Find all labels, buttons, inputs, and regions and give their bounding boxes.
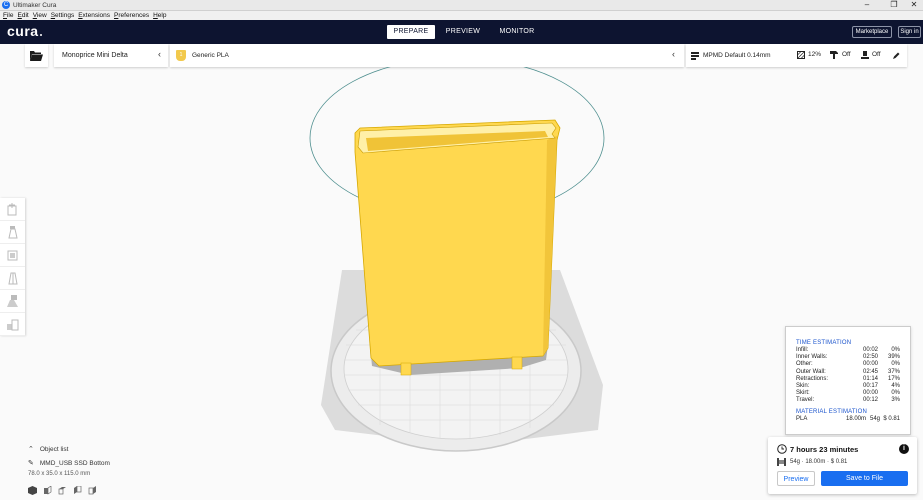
adhesion-icon xyxy=(861,51,869,59)
material-summary: 54g · 18.00m · $ 0.81 xyxy=(790,459,848,465)
menu-preferences[interactable]: Preferences xyxy=(114,12,149,19)
material-name: Generic PLA xyxy=(192,52,229,59)
estimation-row: Skirt: 00:00 0% xyxy=(796,390,900,397)
3d-viewport[interactable] xyxy=(0,67,923,500)
estimation-row: Outer Wall: 02:45 37% xyxy=(796,368,900,375)
material-estimation-row: PLA 18.00m 54g $ 0.81 xyxy=(796,415,900,422)
app-header: cura PREPARE PREVIEW MONITOR Marketplace… xyxy=(0,20,923,44)
time-estimation-table: Infill: 00:02 0% Inner Walls: 02:50 39% Othe… xyxy=(796,347,900,405)
time-estimation-title: TIME ESTIMATION xyxy=(796,340,852,346)
cura-app-icon: C xyxy=(2,1,10,9)
minimize-button[interactable]: – xyxy=(856,0,878,11)
scale-tool-button[interactable] xyxy=(0,221,25,244)
view-orientation-buttons xyxy=(28,486,97,495)
chevron-up-icon: ⌃ xyxy=(28,446,34,453)
menu-edit[interactable]: Edit xyxy=(18,12,29,19)
pencil-icon: ✎ xyxy=(28,460,34,467)
estimation-row: Other: 00:00 0% xyxy=(796,361,900,368)
menu-view[interactable]: View xyxy=(33,12,47,19)
rotate-icon xyxy=(7,250,18,260)
3d-view-icon[interactable] xyxy=(28,486,37,495)
preview-button[interactable]: Preview xyxy=(777,471,815,486)
output-action-panel: 7 hours 23 minutes i 54g · 18.00m · $ 0.… xyxy=(768,437,917,494)
print-time: 7 hours 23 minutes xyxy=(790,445,859,454)
estimation-row: Travel: 00:12 3% xyxy=(796,397,900,404)
clock-icon xyxy=(777,444,787,454)
menu-bar: File Edit View Settings Extensions Prefe… xyxy=(0,11,923,20)
marketplace-button[interactable]: Marketplace xyxy=(852,26,892,38)
object-name: MMD_USB SSD Bottom xyxy=(39,460,110,467)
tab-monitor[interactable]: MONITOR xyxy=(493,25,541,39)
estimation-row: Retractions: 01:14 17% xyxy=(796,375,900,382)
close-button[interactable]: ✕ xyxy=(903,0,923,11)
build-plate-scene[interactable] xyxy=(0,67,923,500)
pencil-icon xyxy=(893,52,900,59)
material-selector[interactable]: 1 Generic PLA ‹ xyxy=(170,44,684,67)
estimation-row: Infill: 00:02 0% xyxy=(796,347,900,353)
printer-selector[interactable]: Monoprice Mini Delta ‹ xyxy=(54,44,168,67)
chevron-left-icon: ‹ xyxy=(158,49,161,59)
estimation-row: Inner Walls: 02:50 39% xyxy=(796,354,900,361)
model-foot-right xyxy=(511,356,523,370)
chevron-left-icon: ‹ xyxy=(672,49,675,59)
model-foot-left xyxy=(400,362,412,376)
rotate-tool-button[interactable] xyxy=(0,244,25,267)
tab-prepare[interactable]: PREPARE xyxy=(387,25,435,39)
menu-extensions[interactable]: Extensions xyxy=(78,12,110,19)
object-dimensions: 78.0 x 35.0 x 115.0 mm xyxy=(28,471,91,477)
window-titlebar: C Ultimaker Cura – ❐ ✕ xyxy=(0,0,923,11)
model-body[interactable] xyxy=(354,119,561,367)
left-view-icon[interactable] xyxy=(73,486,82,495)
object-list-item[interactable]: ✎ MMD_USB SSD Bottom xyxy=(28,459,110,467)
menu-help[interactable]: Help xyxy=(153,12,166,19)
info-icon[interactable]: i xyxy=(899,444,909,454)
front-view-icon[interactable] xyxy=(43,486,52,495)
right-view-icon[interactable] xyxy=(88,486,97,495)
open-file-button[interactable] xyxy=(25,44,48,67)
cura-logo: cura xyxy=(7,23,42,39)
move-icon xyxy=(7,202,17,215)
mirror-tool-button[interactable] xyxy=(0,267,25,290)
mirror-icon xyxy=(8,272,18,284)
top-view-icon[interactable] xyxy=(58,486,67,495)
infill-icon xyxy=(797,51,805,59)
object-list-title: Object list xyxy=(39,446,69,453)
support-blocker-icon xyxy=(7,319,19,330)
folder-icon xyxy=(30,51,43,61)
menu-file[interactable]: File xyxy=(3,12,14,19)
menu-settings[interactable]: Settings xyxy=(51,12,75,19)
time-estimation-popup: TIME ESTIMATION Infill: 00:02 0% Inner Wal… xyxy=(785,326,911,435)
spool-icon xyxy=(777,458,786,466)
adhesion-value: Off xyxy=(872,51,881,58)
save-to-file-button[interactable]: Save to File xyxy=(821,471,908,486)
support-icon xyxy=(830,51,838,59)
profile-icon xyxy=(691,51,699,60)
move-tool-button[interactable] xyxy=(0,198,25,221)
estimation-row: Skin: 00:17 4% xyxy=(796,382,900,389)
printer-name: Monoprice Mini Delta xyxy=(62,52,128,59)
sign-in-button[interactable]: Sign in xyxy=(898,26,921,38)
print-settings-selector[interactable]: MPMD Default 0.14mm 12% Off Off xyxy=(686,44,907,67)
stage-bar: Monoprice Mini Delta ‹ 1 Generic PLA ‹ M… xyxy=(0,44,923,67)
infill-value: 12% xyxy=(808,51,822,58)
maximize-button[interactable]: ❐ xyxy=(883,0,905,11)
object-list-toggle[interactable]: ⌃ Object list xyxy=(28,445,68,453)
support-blocker-button[interactable] xyxy=(0,313,25,336)
profile-name: MPMD Default 0.14mm xyxy=(703,52,771,59)
support-value: Off xyxy=(842,51,851,58)
tool-panel xyxy=(0,198,25,336)
scale-icon xyxy=(8,225,18,238)
extruder-icon: 1 xyxy=(176,50,186,61)
per-model-settings-button[interactable] xyxy=(0,290,25,313)
tab-preview[interactable]: PREVIEW xyxy=(440,25,486,39)
per-model-settings-icon xyxy=(7,294,18,307)
window-title: Ultimaker Cura xyxy=(13,1,57,9)
